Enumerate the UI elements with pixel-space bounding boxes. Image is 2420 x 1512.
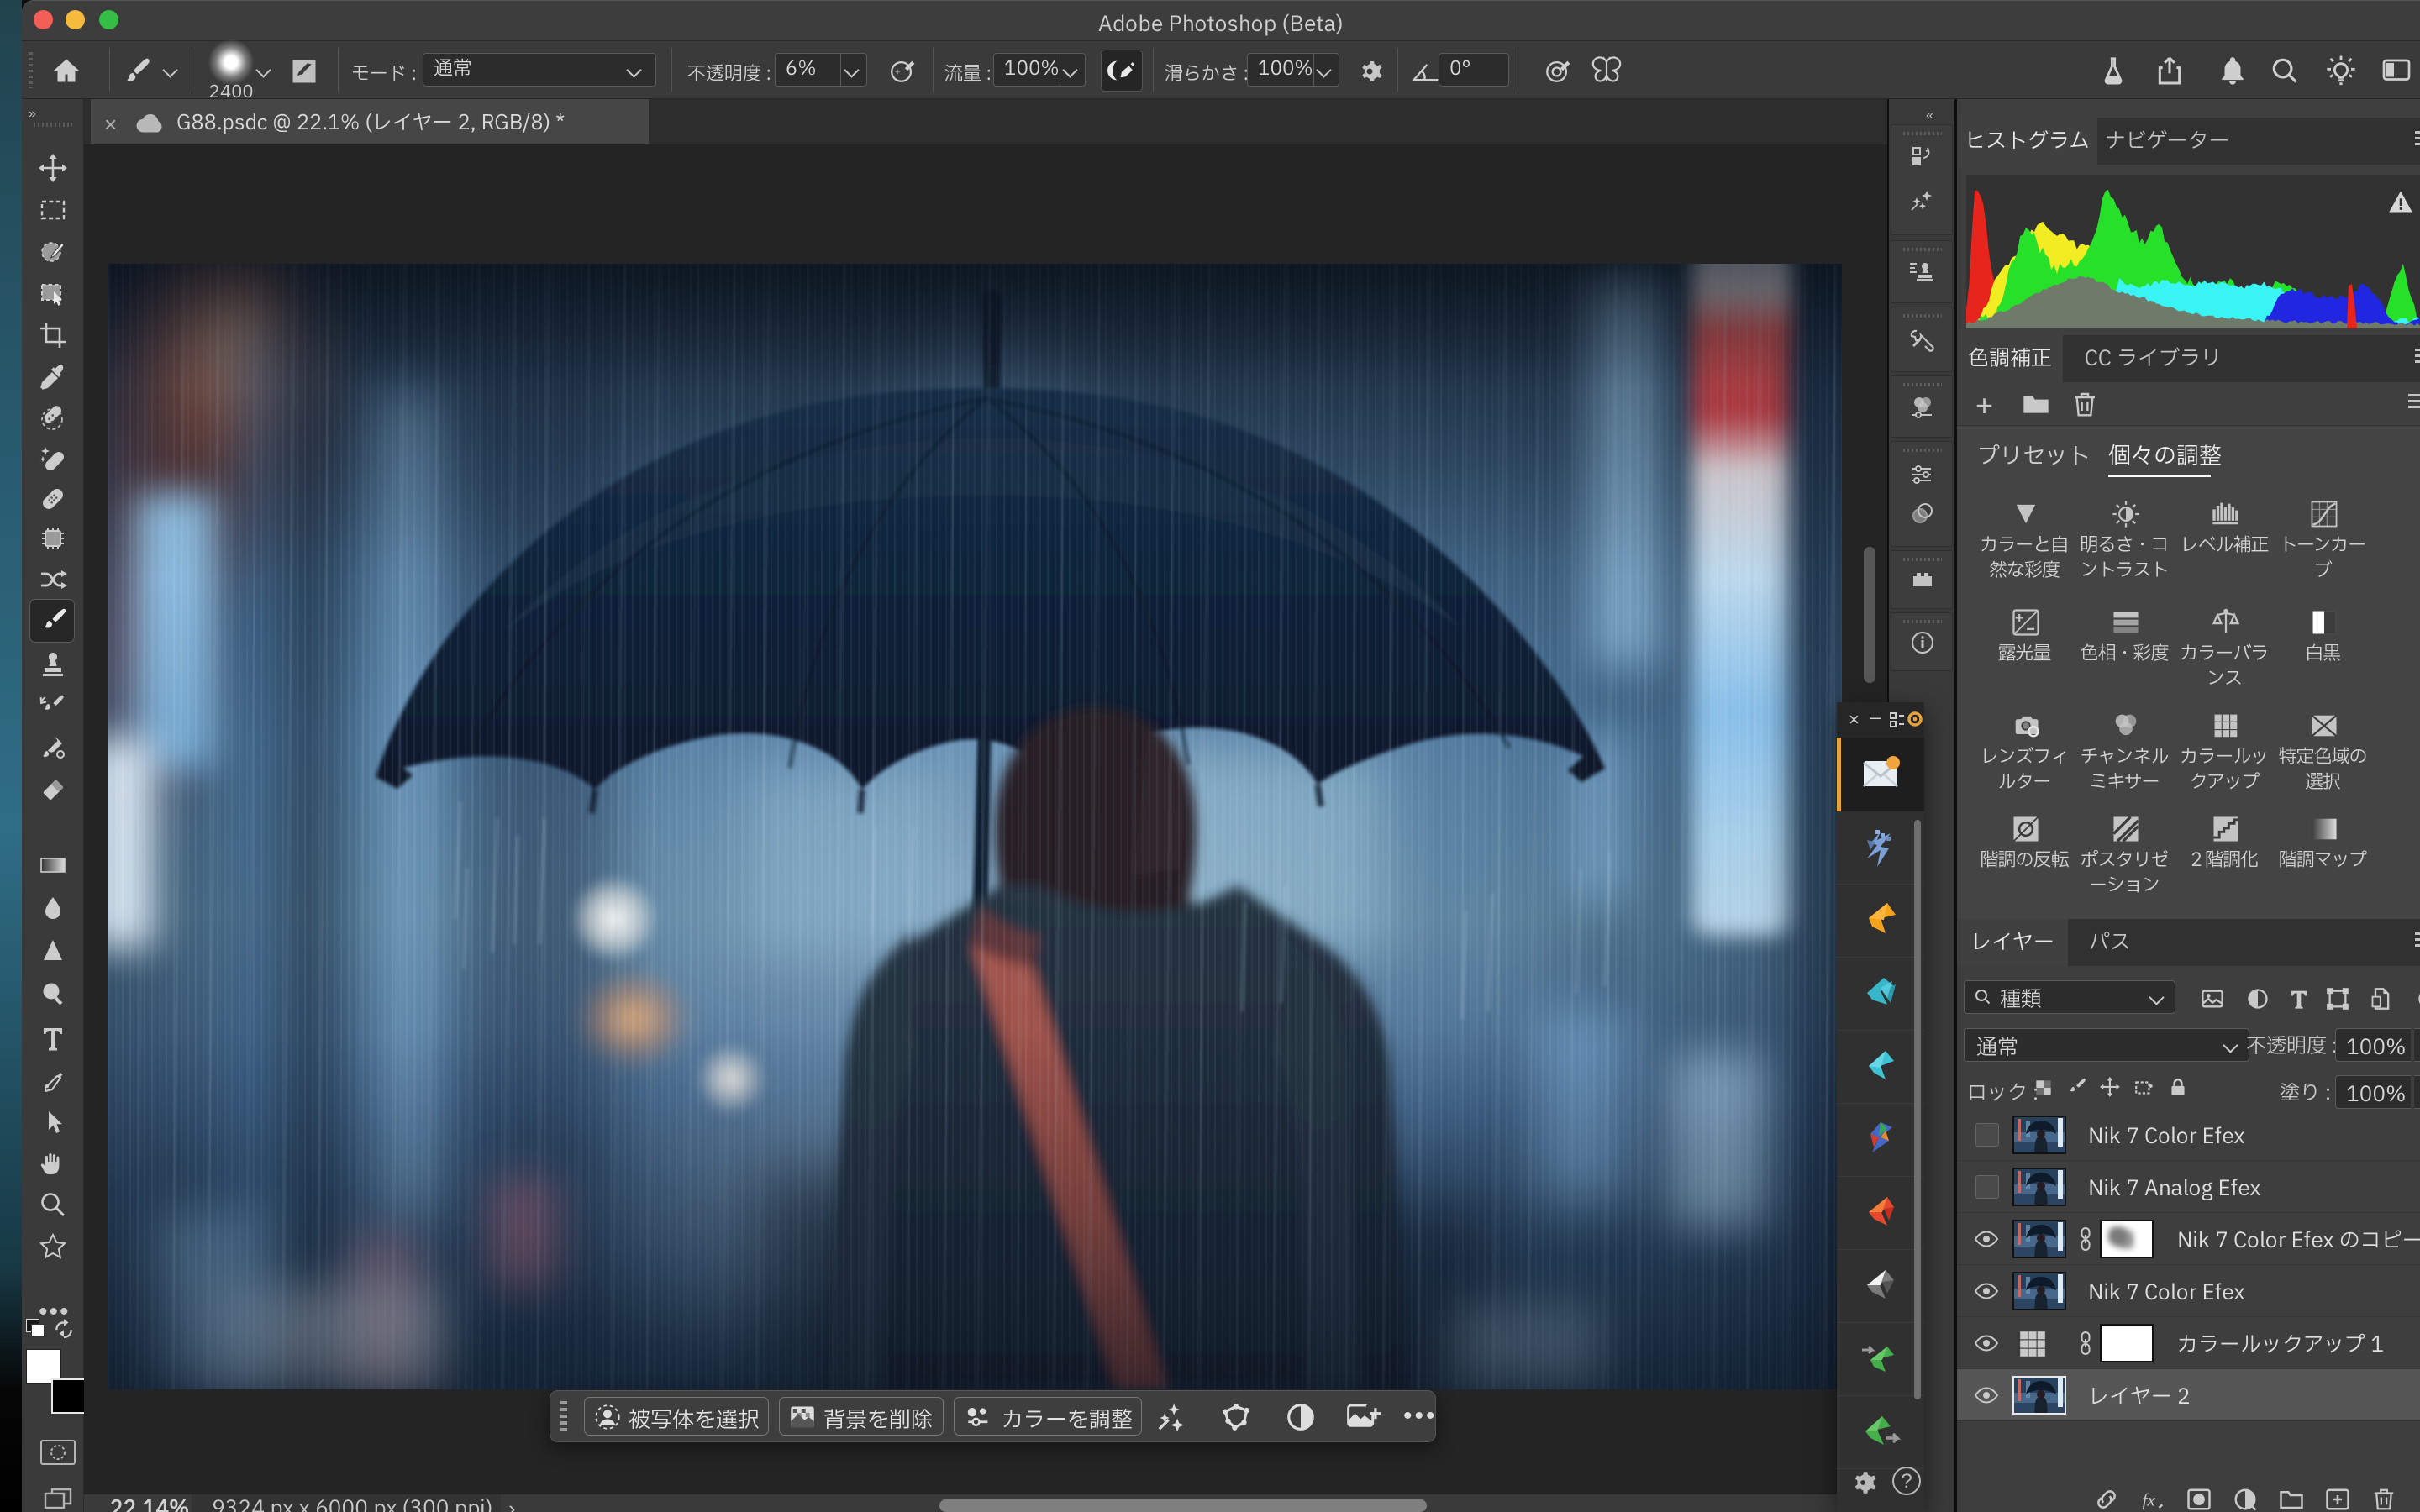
svg-text:fx: fx — [2143, 1490, 2156, 1510]
